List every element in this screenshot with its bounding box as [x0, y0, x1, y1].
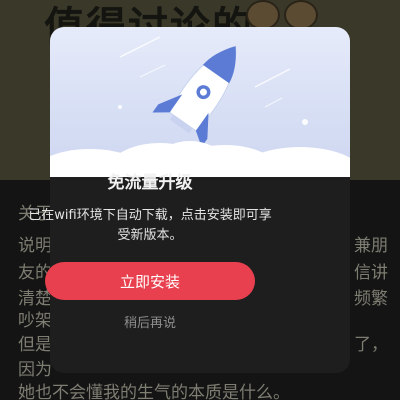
emoji-sticker-icon — [246, 0, 280, 30]
dialog-hero-banner — [50, 27, 350, 177]
rocket-icon — [50, 36, 350, 177]
dialog-title: 免流量升级 — [107, 173, 193, 193]
dialog-message: 已在wifi环境下自动下载，点击安装即可享受新版本。 — [28, 208, 272, 243]
article-line: 频繁 — [354, 289, 388, 309]
article-line: 兼朋 — [354, 236, 388, 256]
article-line: 吵架 — [18, 311, 52, 331]
article-line: 她也不会懂我的生气的本质是什么。 — [18, 383, 290, 400]
article-line: 信讲 — [354, 263, 388, 283]
article-line: 了， — [354, 335, 388, 355]
install-now-button[interactable]: 立即安装 — [45, 262, 255, 300]
article-line: 因为 — [18, 360, 52, 380]
later-button[interactable]: 稍后再说 — [100, 312, 200, 334]
article-line: 但是 — [18, 335, 52, 355]
update-dialog — [50, 27, 350, 373]
emoji-sticker-icon — [284, 0, 318, 30]
